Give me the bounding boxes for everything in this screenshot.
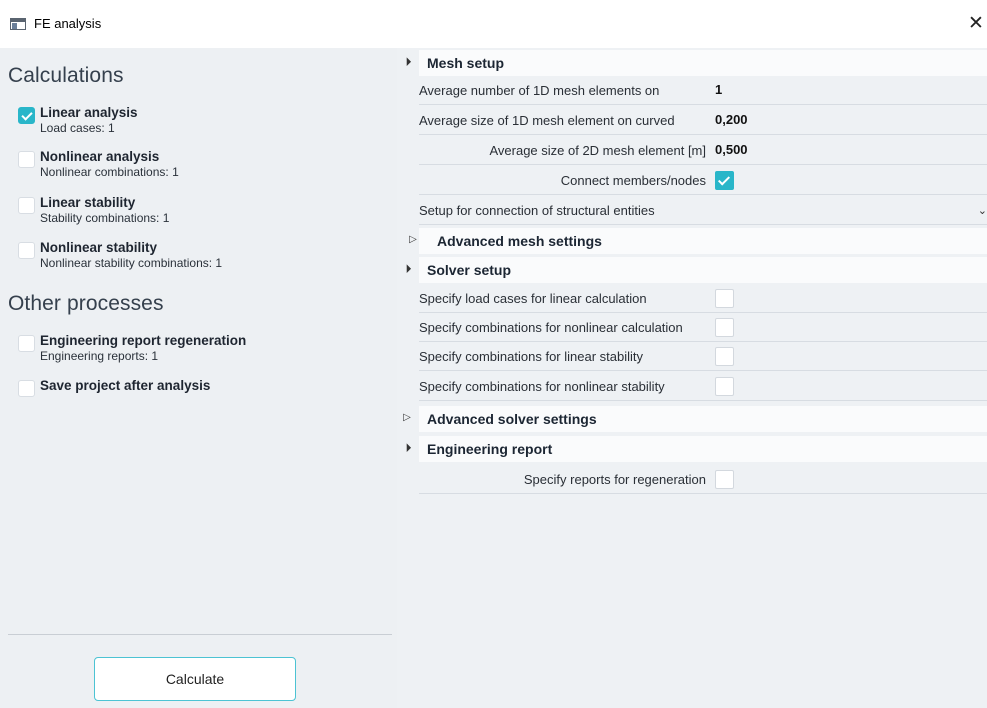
option-subtitle: Stability combinations: 1: [40, 211, 170, 225]
nonlinear-stability-checkbox[interactable]: [18, 242, 35, 259]
option-nonlinear-analysis[interactable]: Nonlinear analysis Nonlinear combination…: [18, 149, 388, 181]
calculate-button[interactable]: Calculate: [94, 657, 296, 701]
prop-value-input[interactable]: 0,500: [712, 136, 987, 164]
expand-icon[interactable]: ▷: [399, 410, 415, 426]
prop-label: Average number of 1D mesh elements on: [419, 83, 660, 98]
option-subtitle: Nonlinear combinations: 1: [40, 165, 179, 179]
group-advanced-solver[interactable]: ▷ Advanced solver settings: [397, 406, 987, 432]
nonlinear-combinations-checkbox[interactable]: [715, 318, 734, 337]
linear-stability-checkbox[interactable]: [18, 197, 35, 214]
option-title: Linear stability: [40, 195, 136, 210]
title-bar: FE analysis ✕: [0, 0, 987, 48]
prop-row-reports-regeneration: Specify reports for regeneration: [419, 465, 987, 494]
option-title: Engineering report regeneration: [40, 333, 247, 348]
prop-row-nonlinear-combinations: Specify combinations for nonlinear calcu…: [419, 313, 987, 342]
properties-panel: ◢ Mesh setup Average number of 1D mesh e…: [397, 48, 987, 708]
other-processes-heading: Other processes: [8, 292, 164, 315]
option-linear-stability[interactable]: Linear stability Stability combinations:…: [18, 195, 388, 227]
option-title: Nonlinear analysis: [40, 149, 160, 164]
load-cases-checkbox[interactable]: [715, 289, 734, 308]
prop-row-load-cases: Specify load cases for linear calculatio…: [419, 284, 987, 313]
prop-label: Average size of 2D mesh element [m]: [489, 143, 706, 158]
prop-row-1d-mesh-size: Average size of 1D mesh element on curve…: [419, 106, 987, 135]
panel-divider: [8, 634, 392, 635]
prop-row-nonlinear-stability: Specify combinations for nonlinear stabi…: [419, 372, 987, 401]
option-subtitle: Engineering reports: 1: [40, 349, 159, 363]
app-window-icon: [10, 18, 26, 30]
connection-setup-select[interactable]: ⌄: [712, 196, 987, 224]
group-advanced-mesh[interactable]: ▷ Advanced mesh settings: [397, 228, 987, 254]
nonlinear-stability-combinations-checkbox[interactable]: [715, 377, 734, 396]
option-save-project[interactable]: Save project after analysis: [18, 378, 388, 398]
prop-label: Setup for connection of structural entit…: [419, 203, 655, 218]
connect-members-checkbox[interactable]: [715, 171, 734, 190]
collapse-icon[interactable]: ◢: [398, 439, 416, 457]
prop-value-input[interactable]: 0,200: [712, 106, 987, 134]
prop-row-2d-mesh-size: Average size of 2D mesh element [m] 0,50…: [419, 136, 987, 165]
dropdown-icon: ⌄: [977, 205, 987, 217]
group-label: Mesh setup: [427, 55, 505, 71]
group-label: Advanced mesh settings: [437, 233, 602, 249]
group-engineering-report[interactable]: ◢ Engineering report: [397, 436, 987, 462]
prop-label: Specify combinations for nonlinear calcu…: [419, 320, 683, 335]
prop-row-linear-stability: Specify combinations for linear stabilit…: [419, 342, 987, 371]
option-nonlinear-stability[interactable]: Nonlinear stability Nonlinear stability …: [18, 240, 388, 272]
close-icon[interactable]: ✕: [968, 11, 987, 35]
prop-label: Connect members/nodes: [560, 173, 706, 188]
group-solver-setup[interactable]: ◢ Solver setup: [397, 257, 987, 283]
prop-row-connection-setup: Setup for connection of structural entit…: [419, 196, 987, 225]
prop-label: Specify reports for regeneration: [523, 472, 706, 487]
group-label: Advanced solver settings: [427, 411, 597, 427]
reports-regeneration-checkbox[interactable]: [715, 470, 734, 489]
engineering-report-checkbox[interactable]: [18, 335, 35, 352]
collapse-icon[interactable]: ◢: [398, 260, 416, 278]
prop-value-input[interactable]: 1: [712, 76, 987, 104]
option-title: Nonlinear stability: [40, 240, 158, 255]
calculations-panel: Calculations Linear analysis Load cases:…: [0, 48, 397, 708]
option-title: Linear analysis: [40, 105, 138, 120]
option-linear-analysis[interactable]: Linear analysis Load cases: 1: [18, 105, 388, 137]
calculations-heading: Calculations: [8, 64, 124, 87]
option-title: Save project after analysis: [40, 378, 211, 393]
option-subtitle: Nonlinear stability combinations: 1: [40, 256, 223, 270]
group-mesh-setup[interactable]: ◢ Mesh setup: [397, 50, 987, 76]
expand-icon[interactable]: ▷: [405, 232, 421, 248]
prop-label: Specify combinations for nonlinear stabi…: [419, 379, 665, 394]
prop-label: Specify load cases for linear calculatio…: [419, 291, 647, 306]
window-title: FE analysis: [34, 16, 102, 31]
option-engineering-report-regeneration[interactable]: Engineering report regeneration Engineer…: [18, 333, 388, 365]
collapse-icon[interactable]: ◢: [398, 53, 416, 71]
linear-stability-combinations-checkbox[interactable]: [715, 347, 734, 366]
prop-row-1d-mesh-count: Average number of 1D mesh elements on 1: [419, 76, 987, 105]
save-project-checkbox[interactable]: [18, 380, 35, 397]
option-subtitle: Load cases: 1: [40, 121, 115, 135]
prop-label: Specify combinations for linear stabilit…: [419, 349, 643, 364]
prop-row-connect-members: Connect members/nodes: [419, 166, 987, 195]
linear-analysis-checkbox[interactable]: [18, 107, 35, 124]
nonlinear-analysis-checkbox[interactable]: [18, 151, 35, 168]
prop-label: Average size of 1D mesh element on curve…: [419, 113, 675, 128]
group-label: Engineering report: [427, 441, 553, 457]
group-label: Solver setup: [427, 262, 512, 278]
